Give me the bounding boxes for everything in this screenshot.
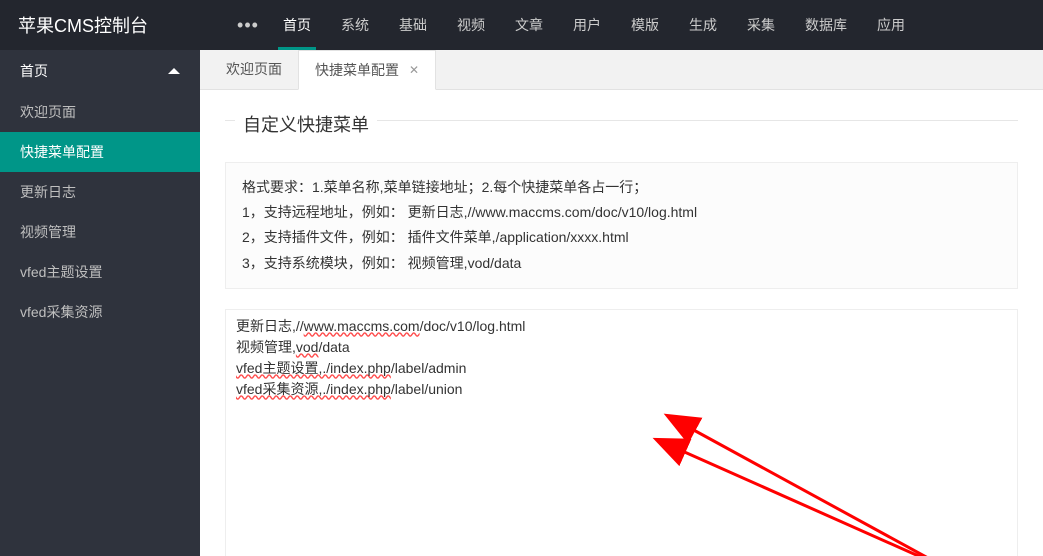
topnav-item[interactable]: 数据库 xyxy=(790,0,862,50)
editor-line: 视频管理,vod/data xyxy=(236,337,1007,358)
sidebar: 首页 欢迎页面快捷菜单配置更新日志视频管理vfed主题设置vfed采集资源 xyxy=(0,50,200,556)
topnav-item[interactable]: 用户 xyxy=(558,0,616,50)
instructions-box: 格式要求：1.菜单名称,菜单链接地址；2.每个快捷菜单各占一行；1，支持远程地址… xyxy=(225,162,1018,289)
topnav: ••• 首页系统基础视频文章用户模版生成采集数据库应用 xyxy=(228,0,920,50)
instruction-line: 格式要求：1.菜单名称,菜单链接地址；2.每个快捷菜单各占一行； xyxy=(242,175,1001,200)
content-area: 自定义快捷菜单 格式要求：1.菜单名称,菜单链接地址；2.每个快捷菜单各占一行；… xyxy=(200,90,1043,556)
content-tab[interactable]: 快捷菜单配置 ✕ xyxy=(298,50,436,90)
topnav-item[interactable]: 文章 xyxy=(500,0,558,50)
shortcut-editor[interactable]: 更新日志,//www.maccms.com/doc/v10/log.html视频… xyxy=(225,309,1018,556)
sidebar-item[interactable]: 快捷菜单配置 xyxy=(0,132,200,172)
section-divider: 自定义快捷菜单 xyxy=(225,120,1018,147)
chevron-up-icon xyxy=(168,68,180,74)
tab-label: 欢迎页面 xyxy=(226,59,282,79)
close-icon[interactable]: ✕ xyxy=(409,63,419,77)
section-title: 自定义快捷菜单 xyxy=(235,111,377,137)
topbar: 苹果CMS控制台 ••• 首页系统基础视频文章用户模版生成采集数据库应用 xyxy=(0,0,1043,50)
topnav-item[interactable]: 基础 xyxy=(384,0,442,50)
topnav-item[interactable]: 首页 xyxy=(268,0,326,50)
tab-label: 快捷菜单配置 xyxy=(315,60,399,80)
instruction-line: 2，支持插件文件，例如： 插件文件菜单,/application/xxxx.ht… xyxy=(242,225,1001,250)
content-tab[interactable]: 欢迎页面 xyxy=(210,49,298,89)
topnav-more-icon[interactable]: ••• xyxy=(228,15,268,36)
sidebar-group-home[interactable]: 首页 xyxy=(0,50,200,92)
sidebar-item[interactable]: 欢迎页面 xyxy=(0,92,200,132)
sidebar-item[interactable]: 更新日志 xyxy=(0,172,200,212)
editor-line: 更新日志,//www.maccms.com/doc/v10/log.html xyxy=(236,316,1007,337)
editor-line: vfed主题设置,./index.php/label/admin xyxy=(236,358,1007,379)
topnav-item[interactable]: 采集 xyxy=(732,0,790,50)
tabbar: 欢迎页面 快捷菜单配置 ✕ xyxy=(200,50,1043,90)
sidebar-group-label: 首页 xyxy=(20,61,48,81)
topnav-item[interactable]: 生成 xyxy=(674,0,732,50)
sidebar-item[interactable]: 视频管理 xyxy=(0,212,200,252)
sidebar-item[interactable]: vfed采集资源 xyxy=(0,292,200,332)
topnav-item[interactable]: 模版 xyxy=(616,0,674,50)
topnav-item[interactable]: 系统 xyxy=(326,0,384,50)
sidebar-items: 欢迎页面快捷菜单配置更新日志视频管理vfed主题设置vfed采集资源 xyxy=(0,92,200,332)
instruction-line: 3，支持系统模块，例如： 视频管理,vod/data xyxy=(242,251,1001,276)
editor-line: vfed采集资源,./index.php/label/union xyxy=(236,379,1007,400)
topnav-item[interactable]: 应用 xyxy=(862,0,920,50)
main: 欢迎页面 快捷菜单配置 ✕ 自定义快捷菜单 格式要求：1.菜单名称,菜单链接地址；2… xyxy=(200,50,1043,556)
topnav-item[interactable]: 视频 xyxy=(442,0,500,50)
logo: 苹果CMS控制台 xyxy=(18,12,188,38)
instruction-line: 1，支持远程地址，例如： 更新日志,//www.maccms.com/doc/v… xyxy=(242,200,1001,225)
sidebar-item[interactable]: vfed主题设置 xyxy=(0,252,200,292)
